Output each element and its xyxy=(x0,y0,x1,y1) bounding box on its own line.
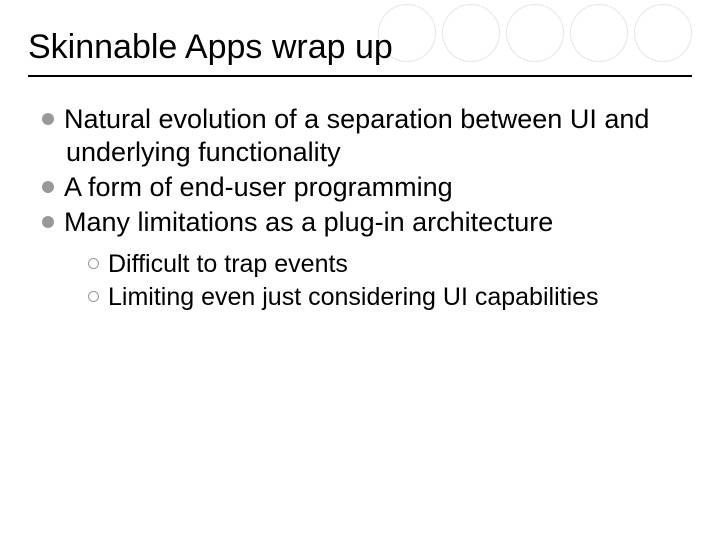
slide-title: Skinnable Apps wrap up xyxy=(28,28,692,67)
slide-body: Natural evolution of a separation betwee… xyxy=(28,103,692,313)
bullet-item: Many limitations as a plug-in architectu… xyxy=(42,206,692,239)
bullet-text: A form of end-user programming xyxy=(64,172,453,202)
bullet-dot-icon xyxy=(42,113,54,125)
bullet-dot-icon xyxy=(42,181,54,193)
sub-bullet-item: Limiting even just considering UI capabi… xyxy=(88,282,692,313)
slide: Skinnable Apps wrap up Natural evolution… xyxy=(0,0,720,540)
bullet-item: Natural evolution of a separation betwee… xyxy=(42,103,692,169)
bullet-text: Natural evolution of a separation betwee… xyxy=(64,104,649,167)
bullet-dot-icon xyxy=(42,216,54,228)
bullet-ring-icon xyxy=(88,291,99,302)
title-underline xyxy=(28,75,692,77)
sub-bullet-text: Difficult to trap events xyxy=(108,250,348,278)
bullet-text: Many limitations as a plug-in architectu… xyxy=(64,207,553,237)
sub-bullet-item: Difficult to trap events xyxy=(88,249,692,280)
bullet-item: A form of end-user programming xyxy=(42,171,692,204)
bullet-ring-icon xyxy=(88,258,99,269)
sub-bullet-group: Difficult to trap events Limiting even j… xyxy=(88,249,692,314)
sub-bullet-text: Limiting even just considering UI capabi… xyxy=(108,283,599,311)
